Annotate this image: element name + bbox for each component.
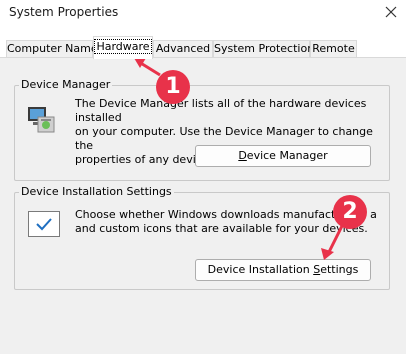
- tab-hardware[interactable]: Hardware: [93, 36, 153, 59]
- arrow-2: [326, 225, 344, 255]
- annotation-badge-2: 2: [333, 195, 367, 229]
- tab-label: Hardware: [94, 39, 152, 54]
- arrow-2-head: [321, 248, 334, 260]
- annotation-badge-1: 1: [156, 70, 190, 104]
- annotation-arrows: [134, 58, 344, 260]
